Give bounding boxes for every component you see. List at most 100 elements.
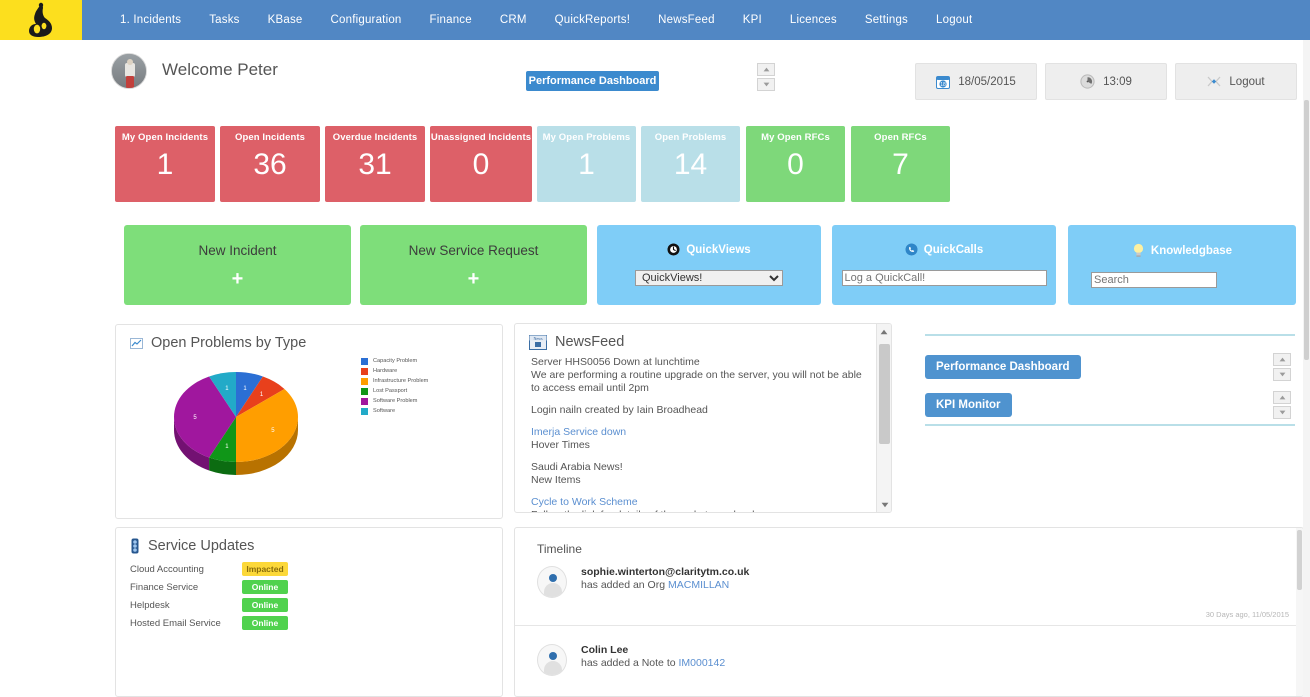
legend-label: Capacity Problem — [373, 358, 418, 364]
page-scroll-thumb[interactable] — [1304, 100, 1309, 360]
kpi-value: 36 — [253, 148, 287, 181]
current-time-box[interactable]: 13:09 — [1045, 63, 1167, 100]
quickviews-select[interactable]: QuickViews! — [635, 270, 783, 286]
pie-chart-title: Open Problems by Type — [151, 335, 307, 351]
new-incident-button[interactable]: New Incident + — [124, 225, 351, 305]
app-logo[interactable] — [0, 0, 82, 40]
kpi-tile-my-open-rfcs[interactable]: My Open RFCs 0 — [746, 126, 845, 202]
timeline-entry-timestamp: 30 Days ago, 11/05/2015 — [1205, 610, 1289, 619]
spinner-up-button[interactable] — [1273, 391, 1291, 404]
knowledgebase-search-input[interactable] — [1091, 272, 1217, 288]
spinner-down-button[interactable] — [1273, 406, 1291, 419]
knowledgebase-header: Knowledgbase — [1068, 225, 1296, 258]
newsfeed-scrollbar[interactable] — [876, 324, 891, 512]
legend-item[interactable]: Hardware — [361, 366, 428, 376]
nav-item-kbase[interactable]: KBase — [254, 0, 317, 40]
legend-item[interactable]: Software Problem — [361, 396, 428, 406]
timeline-scroll-thumb[interactable] — [1297, 530, 1302, 590]
welcome-spinner[interactable] — [757, 63, 775, 91]
kpi-value: 0 — [472, 148, 490, 181]
newsfeed-scroll-thumb[interactable] — [879, 344, 890, 444]
right-column: Performance Dashboard KPI Monitor — [925, 334, 1295, 426]
nav-item-configuration[interactable]: Configuration — [317, 0, 416, 40]
status-badge: Online — [242, 580, 288, 594]
legend-item[interactable]: Lost Passport — [361, 386, 428, 396]
nav-item-newsfeed[interactable]: NewsFeed — [644, 0, 729, 40]
page-scrollbar[interactable] — [1303, 40, 1310, 697]
knowledgebase-title: Knowledgbase — [1150, 244, 1233, 257]
kpi-tile-my-open-problems[interactable]: My Open Problems 1 — [537, 126, 636, 202]
logout-button-header[interactable]: Logout — [1175, 63, 1297, 100]
svg-text:News: News — [533, 335, 543, 340]
service-row[interactable]: Cloud Accounting Impacted — [116, 560, 502, 578]
service-row[interactable]: Finance Service Online — [116, 578, 502, 596]
kpi-value: 14 — [673, 148, 708, 181]
kpi-monitor-spinner[interactable] — [1273, 391, 1291, 419]
timeline-scrollbar[interactable] — [1296, 528, 1303, 696]
newsfeed-item-head-link[interactable]: Cycle to Work Scheme — [531, 496, 862, 509]
spinner-down-button[interactable] — [1273, 368, 1291, 381]
chevron-down-icon — [1279, 372, 1285, 377]
newsfeed-item[interactable]: Login nailn created by Iain Broadhead — [531, 404, 862, 417]
nav-item-quickreports[interactable]: QuickReports! — [541, 0, 644, 40]
kpi-value: 0 — [787, 148, 804, 181]
quickcalls-header: QuickCalls — [832, 225, 1056, 256]
legend-label: Lost Passport — [373, 388, 408, 394]
newsfeed-item-head: Server HHS0056 Down at lunchtime — [531, 356, 700, 368]
kpi-label: Open Problems — [654, 132, 727, 143]
kpi-tile-unassigned-incidents[interactable]: Unassigned Incidents 0 — [430, 126, 532, 202]
legend-item[interactable]: Infrastructure Problem — [361, 376, 428, 386]
newsfeed-scroll-up-button[interactable] — [877, 324, 891, 339]
spinner-up-button[interactable] — [757, 63, 775, 76]
quickcalls-field-wrap — [832, 270, 1056, 286]
performance-dashboard-spinner[interactable] — [1273, 353, 1291, 381]
nav-item-licences[interactable]: Licences — [776, 0, 851, 40]
service-updates-title: Service Updates — [148, 538, 255, 554]
timeline-entry-link[interactable]: MACMILLAN — [668, 579, 729, 591]
service-row[interactable]: Hosted Email Service Online — [116, 614, 502, 632]
nav-item-tasks[interactable]: Tasks — [195, 0, 253, 40]
timeline-entry[interactable]: sophie.winterton@claritytm.co.uk has add… — [515, 556, 1303, 619]
service-row[interactable]: Helpdesk Online — [116, 596, 502, 614]
newsfeed-item[interactable]: Server HHS0056 Down at lunchtime We are … — [531, 356, 862, 395]
kpi-tile-my-open-incidents[interactable]: My Open Incidents 1 — [115, 126, 215, 202]
newsfeed-item[interactable]: Imerja Service down Hover Times — [531, 426, 862, 452]
legend-item[interactable]: Software — [361, 406, 428, 416]
new-service-request-button[interactable]: New Service Request + — [360, 225, 587, 305]
spinner-down-button[interactable] — [757, 78, 775, 91]
legend-item[interactable]: Capacity Problem — [361, 356, 428, 366]
quickcall-input[interactable] — [841, 270, 1047, 286]
newsfeed-item[interactable]: Saudi Arabia News! New Items — [531, 461, 862, 487]
newsfeed-item-head-link[interactable]: Imerja Service down — [531, 426, 862, 439]
performance-dashboard-button[interactable]: Performance Dashboard — [925, 355, 1081, 379]
newsfeed-item-sub: We are performing a routine upgrade on t… — [531, 369, 862, 394]
newsfeed-panel: News NewsFeed Server HHS0056 Down at lun… — [514, 323, 892, 513]
timeline-title: Timeline — [537, 542, 582, 556]
right-row-performance-dashboard: Performance Dashboard — [925, 348, 1295, 386]
nav-item-logout[interactable]: Logout — [922, 0, 986, 40]
nav-item-settings[interactable]: Settings — [851, 0, 922, 40]
newsfeed-item[interactable]: Cycle to Work Scheme Follow the link for… — [531, 496, 862, 512]
performance-dashboard-button-top[interactable]: Performance Dashboard — [526, 71, 659, 91]
spinner-up-button[interactable] — [1273, 353, 1291, 366]
legend-label: Software — [373, 408, 396, 414]
nav-item-incidents[interactable]: 1. Incidents — [106, 0, 195, 40]
knowledgebase-panel: Knowledgbase — [1068, 225, 1296, 305]
kpi-tile-overdue-incidents[interactable]: Overdue Incidents 31 — [325, 126, 425, 202]
nav-item-finance[interactable]: Finance — [416, 0, 486, 40]
current-date-box[interactable]: 18 18/05/2015 — [915, 63, 1037, 100]
timeline-entry-action: has added a Note to IM000142 — [581, 657, 1303, 670]
service-name: Hosted Email Service — [130, 617, 221, 629]
welcome-message: Welcome Peter — [162, 60, 278, 79]
kpi-monitor-button[interactable]: KPI Monitor — [925, 393, 1012, 417]
nav-item-crm[interactable]: CRM — [486, 0, 541, 40]
kpi-tile-open-incidents[interactable]: Open Incidents 36 — [220, 126, 320, 202]
chevron-down-icon — [763, 82, 769, 87]
kpi-tile-open-rfcs[interactable]: Open RFCs 7 — [851, 126, 950, 202]
service-updates-header: Service Updates — [116, 528, 502, 554]
nav-item-kpi[interactable]: KPI — [729, 0, 776, 40]
kpi-tile-open-problems[interactable]: Open Problems 14 — [641, 126, 740, 202]
newsfeed-scroll-down-button[interactable] — [877, 497, 891, 512]
timeline-entry-link[interactable]: IM000142 — [679, 657, 726, 669]
timeline-entry[interactable]: Colin Lee has added a Note to IM000142 — [515, 626, 1303, 676]
